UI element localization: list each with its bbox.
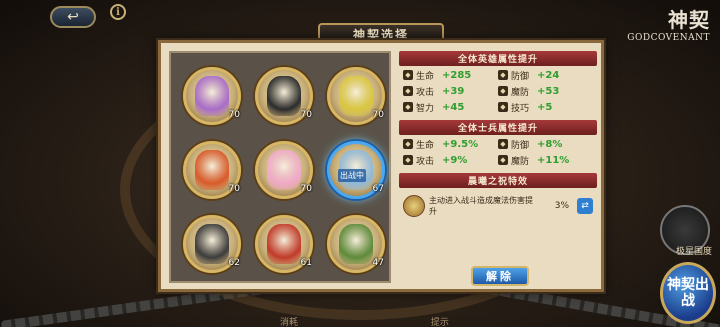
stat-row: ◆ 攻击 +39: [403, 84, 498, 98]
stat-value: +9%: [442, 154, 468, 166]
covenant-portrait: [195, 224, 229, 264]
covenant-grid: 70 70 70 70 70 出战中 67 62 61 47: [169, 51, 391, 283]
deploy-covenant-button[interactable]: 神契出战: [660, 262, 716, 324]
covenant-level: 62: [228, 258, 240, 268]
book-icon: ◆: [403, 102, 413, 112]
bottom-labels: 消耗 提示: [280, 315, 579, 327]
stat-row: ◆ 魔防 +53: [498, 84, 593, 98]
stat-row: ◆ 防御 +8%: [498, 137, 593, 151]
stat-row: ◆ 智力 +45: [403, 100, 498, 114]
cost-label: 消耗: [280, 318, 299, 327]
stat-value: +53: [537, 85, 560, 97]
release-button[interactable]: 解除: [471, 266, 529, 286]
covenant-level: 70: [300, 110, 312, 120]
sword-icon: ◆: [403, 86, 413, 96]
game-logo: 神契 GODCOVENANT: [627, 4, 710, 43]
stat-row: ◆ 攻击 +9%: [403, 153, 498, 167]
stats-column: 全体英雄属性提升 ◆ 生命 +285 ◆ 防御 +24 ◆ 攻击 +39 ◆ 魔防 +53 ◆ 智力 +45…: [399, 51, 597, 221]
magic-shield-icon: ◆: [498, 155, 508, 165]
blessing-effect: 主动进入战斗造成魔法伤害提升 3% ⇄: [399, 191, 597, 221]
blessing-text: 主动进入战斗造成魔法伤害提升: [429, 196, 533, 216]
soldier-section-title: 全体士兵属性提升: [399, 120, 597, 135]
stat-name: 生命: [416, 140, 435, 151]
covenant-slot[interactable]: 70: [183, 67, 241, 125]
covenant-slot[interactable]: 70: [255, 67, 313, 125]
covenant-level: 70: [372, 110, 384, 120]
stat-row: ◆ 生命 +9.5%: [403, 137, 498, 151]
covenant-slot[interactable]: 出战中 67: [327, 141, 385, 199]
sword-icon: ◆: [403, 155, 413, 165]
magic-shield-icon: ◆: [498, 86, 508, 96]
covenant-portrait: [267, 224, 301, 264]
blessing-section-title: 晨曦之祝特效: [399, 173, 597, 188]
stat-name: 生命: [416, 71, 435, 82]
blessing-value: 3%: [554, 201, 569, 211]
covenant-portrait: [339, 224, 373, 264]
covenant-level: 67: [372, 184, 384, 194]
stat-name: 魔防: [511, 156, 530, 167]
blessing-icon: [403, 195, 425, 217]
stat-value: +5: [537, 101, 553, 113]
covenant-level: 70: [228, 184, 240, 194]
stat-row: ◆ 生命 +285: [403, 68, 498, 82]
covenant-portrait: [267, 76, 301, 116]
soldier-stats: ◆ 生命 +9.5% ◆ 防御 +8% ◆ 攻击 +9% ◆ 魔防 +11%: [399, 135, 597, 169]
kingdom-label: 极星国度: [675, 247, 712, 257]
covenant-slot[interactable]: 47: [327, 215, 385, 273]
stat-row: ◆ 魔防 +11%: [498, 153, 593, 167]
stat-name: 防御: [511, 140, 530, 151]
covenant-level: 61: [300, 258, 312, 268]
covenant-portrait: [195, 150, 229, 190]
stat-value: +11%: [537, 154, 570, 166]
stat-name: 魔防: [511, 87, 530, 98]
covenant-portrait: [339, 76, 373, 116]
hero-section-title: 全体英雄属性提升: [399, 51, 597, 66]
shield-icon: ◆: [498, 70, 508, 80]
stat-value: +39: [442, 85, 465, 97]
stat-name: 防御: [511, 71, 530, 82]
stat-name: 攻击: [416, 87, 435, 98]
covenant-slot[interactable]: 70: [327, 67, 385, 125]
stat-value: +8%: [537, 138, 563, 150]
info-icon[interactable]: i: [110, 4, 126, 20]
covenant-level: 70: [300, 184, 312, 194]
logo-chinese: 神契: [668, 8, 710, 32]
stat-row: ◆ 技巧 +5: [498, 100, 593, 114]
covenant-slot[interactable]: 61: [255, 215, 313, 273]
skill-icon: ◆: [498, 102, 508, 112]
stat-name: 技巧: [511, 103, 530, 114]
stat-value: +285: [442, 69, 472, 81]
hint-label: 提示: [430, 318, 449, 327]
covenant-level: 47: [372, 258, 384, 268]
heart-icon: ◆: [403, 70, 413, 80]
back-button[interactable]: ↩: [50, 6, 96, 28]
stat-value: +24: [537, 69, 560, 81]
covenant-portrait: [195, 76, 229, 116]
active-tag: 出战中: [338, 169, 366, 182]
covenant-slot[interactable]: 70: [255, 141, 313, 199]
stat-row: ◆ 防御 +24: [498, 68, 593, 82]
covenant-slot[interactable]: 62: [183, 215, 241, 273]
swap-icon[interactable]: ⇄: [577, 198, 593, 214]
covenant-level: 70: [228, 110, 240, 120]
heart-icon: ◆: [403, 139, 413, 149]
stat-value: +45: [442, 101, 465, 113]
stat-name: 智力: [416, 103, 435, 114]
logo-english: GODCOVENANT: [627, 33, 710, 43]
stat-name: 攻击: [416, 156, 435, 167]
stat-value: +9.5%: [442, 138, 479, 150]
covenant-portrait: [267, 150, 301, 190]
hero-stats: ◆ 生命 +285 ◆ 防御 +24 ◆ 攻击 +39 ◆ 魔防 +53 ◆ 智力 +45 ◆ 技巧 +5: [399, 66, 597, 116]
back-arrow-icon: ↩: [67, 9, 79, 25]
shield-icon: ◆: [498, 139, 508, 149]
covenant-select-panel: 70 70 70 70 70 出战中 67 62 61 47 全体英雄属性提升 ◆ 生命 +285 ◆ 防…: [158, 40, 604, 292]
covenant-slot[interactable]: 70: [183, 141, 241, 199]
